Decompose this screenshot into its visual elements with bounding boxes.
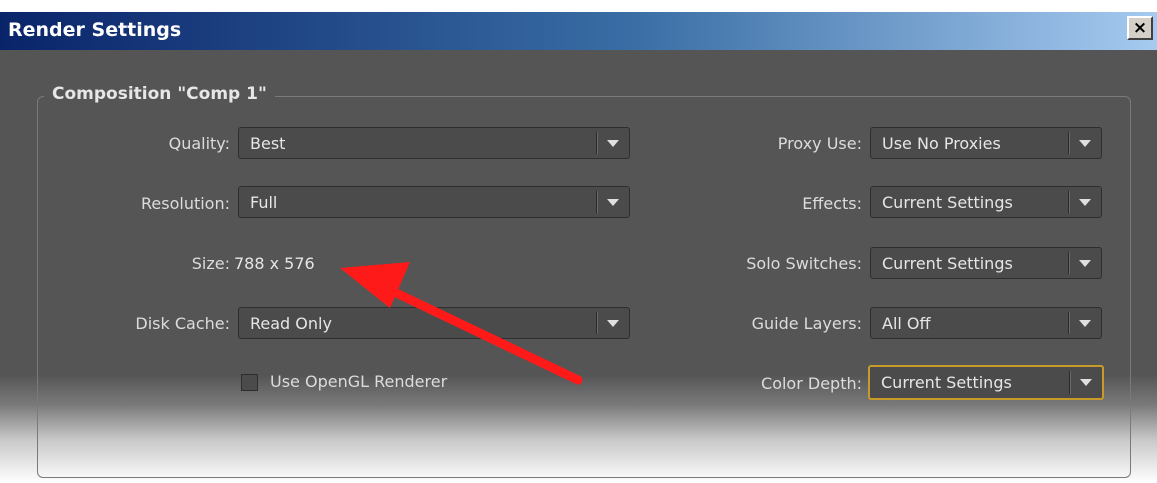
dropdown-separator [1068, 252, 1070, 274]
dropdown-separator [1069, 371, 1071, 394]
chevron-down-icon [1079, 260, 1091, 267]
solo-switches-label: Solo Switches: [746, 254, 862, 273]
chevron-down-icon [607, 199, 619, 206]
disk-cache-dropdown[interactable]: Read Only [238, 307, 630, 339]
size-value: 788 x 576 [234, 254, 315, 273]
resolution-label: Resolution: [141, 194, 230, 213]
effects-value: Current Settings [882, 193, 1013, 212]
title-bar: Render Settings × [0, 12, 1157, 50]
proxy-use-dropdown[interactable]: Use No Proxies [870, 127, 1102, 159]
close-icon: × [1132, 18, 1148, 38]
color-depth-value: Current Settings [881, 373, 1012, 392]
dropdown-separator [1068, 312, 1070, 334]
quality-label: Quality: [168, 134, 230, 153]
guide-layers-dropdown[interactable]: All Off [870, 307, 1102, 339]
dropdown-separator [1068, 132, 1070, 154]
effects-label: Effects: [802, 194, 862, 213]
effects-dropdown[interactable]: Current Settings [870, 186, 1102, 218]
opengl-checkbox[interactable] [241, 374, 258, 391]
proxy-use-value: Use No Proxies [882, 134, 1001, 153]
disk-cache-value: Read Only [250, 314, 332, 333]
solo-switches-value: Current Settings [882, 254, 1013, 273]
composition-group-title: Composition "Comp 1" [44, 84, 275, 104]
chevron-down-icon [1080, 379, 1092, 386]
dropdown-separator [596, 191, 598, 213]
dropdown-separator [596, 312, 598, 334]
window-title: Render Settings [8, 19, 182, 41]
chevron-down-icon [1079, 320, 1091, 327]
chevron-down-icon [607, 320, 619, 327]
close-button[interactable]: × [1127, 16, 1153, 40]
resolution-value: Full [250, 193, 278, 212]
opengl-label: Use OpenGL Renderer [270, 372, 448, 391]
chevron-down-icon [607, 140, 619, 147]
dropdown-separator [596, 132, 598, 154]
dropdown-separator [1068, 191, 1070, 213]
resolution-dropdown[interactable]: Full [238, 186, 630, 218]
quality-value: Best [250, 134, 286, 153]
color-depth-label: Color Depth: [761, 374, 862, 393]
render-settings-window: Render Settings × Composition "Comp 1" Q… [0, 0, 1157, 483]
size-label: Size: [191, 254, 230, 273]
guide-layers-value: All Off [882, 314, 931, 333]
proxy-use-label: Proxy Use: [777, 134, 862, 153]
color-depth-dropdown[interactable]: Current Settings [868, 365, 1104, 400]
chevron-down-icon [1079, 140, 1091, 147]
disk-cache-label: Disk Cache: [135, 314, 230, 333]
chevron-down-icon [1079, 199, 1091, 206]
solo-switches-dropdown[interactable]: Current Settings [870, 247, 1102, 279]
guide-layers-label: Guide Layers: [751, 314, 862, 333]
quality-dropdown[interactable]: Best [238, 127, 630, 159]
